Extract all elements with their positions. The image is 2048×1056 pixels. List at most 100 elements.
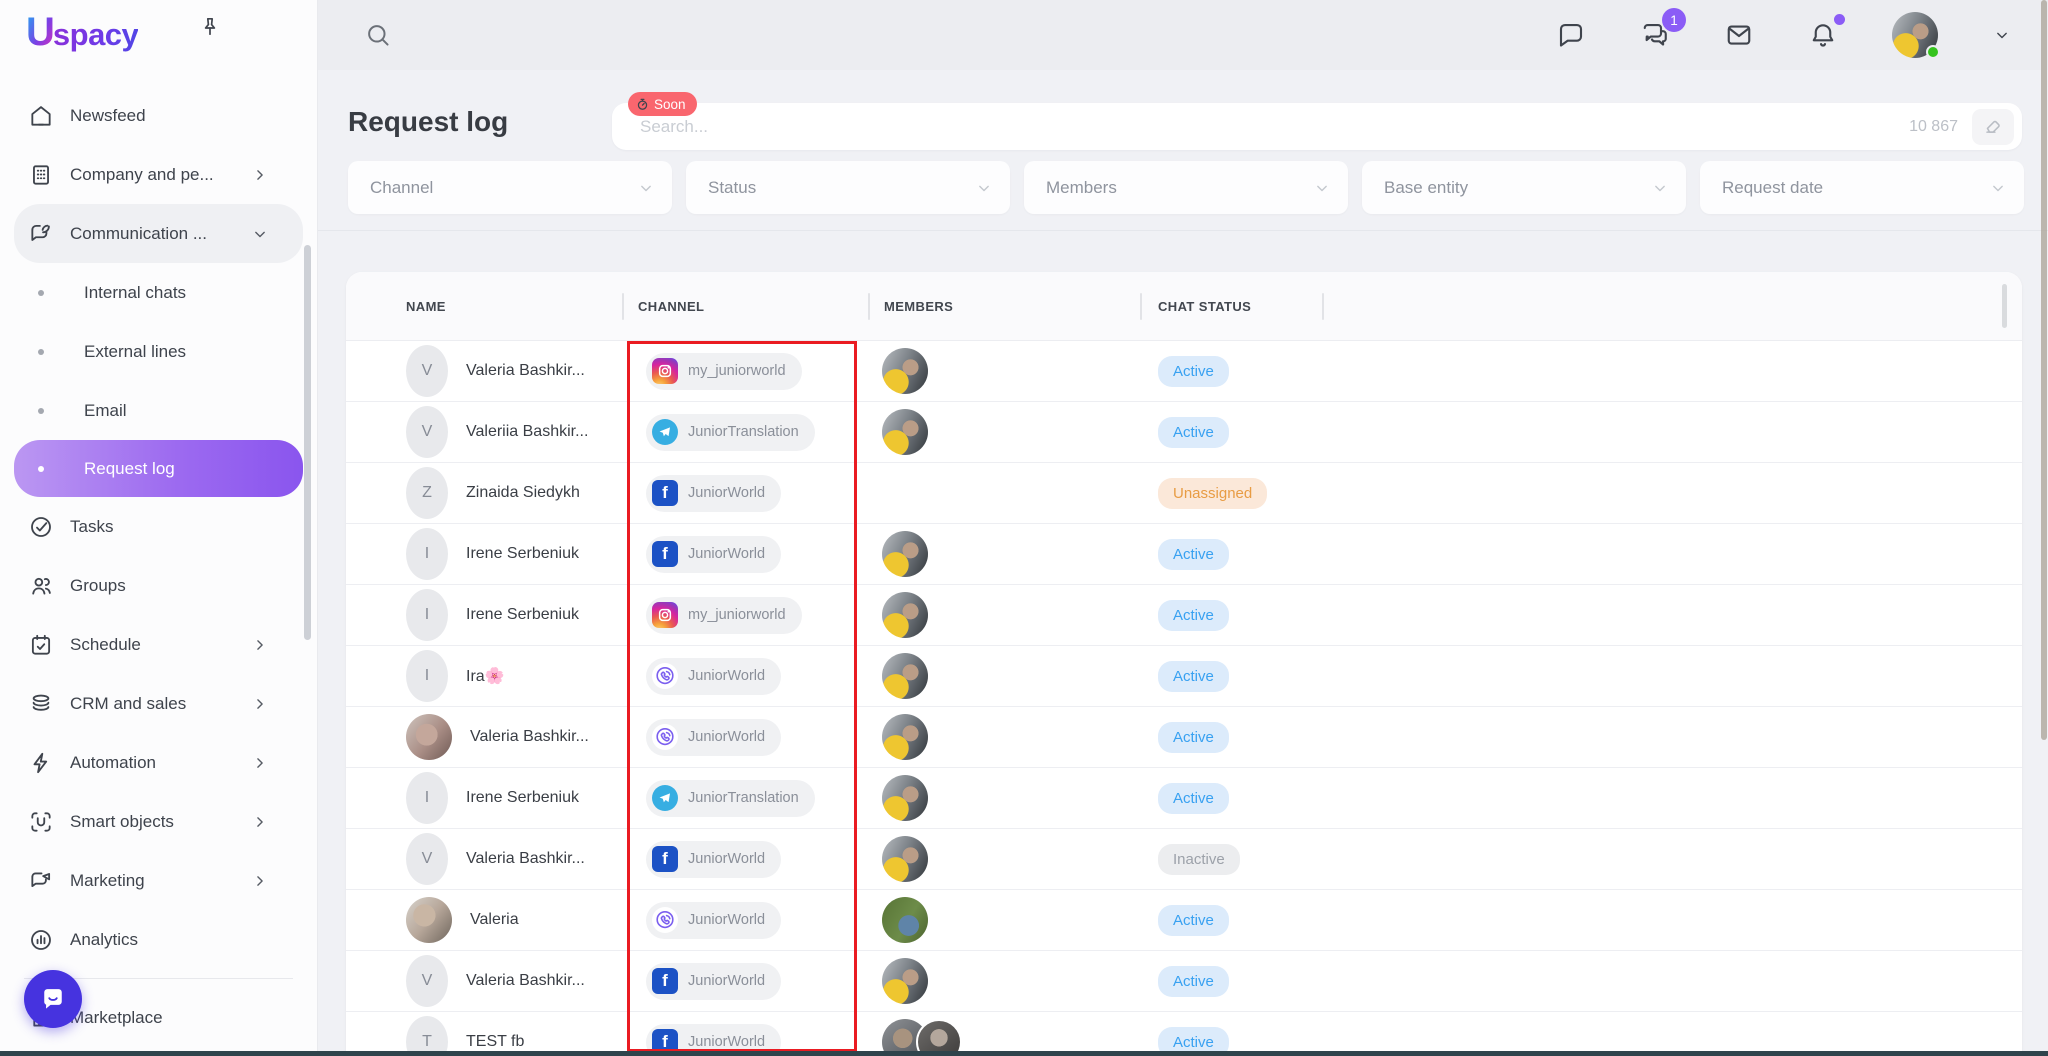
topbar: 1 [318, 0, 2048, 70]
filter-base-entity[interactable]: Base entity [1362, 161, 1686, 214]
contact-name: Irene Serbeniuk [466, 545, 579, 563]
name-cell: Valeria Bashkir... [346, 714, 622, 760]
status-badge: Unassigned [1158, 478, 1267, 509]
notification-dot [1834, 14, 1845, 25]
sidebar-item-newsfeed[interactable]: Newsfeed [14, 86, 303, 145]
channel-cell: JuniorTranslation [622, 414, 868, 451]
sidebar-item-marketing[interactable]: Marketing [14, 851, 303, 910]
table-row[interactable]: VValeriia Bashkir...JuniorTranslationAct… [346, 402, 2022, 463]
sidebar-item-tasks[interactable]: Tasks [14, 497, 303, 556]
channel-chip[interactable]: fJuniorWorld [646, 963, 781, 1000]
table-row[interactable]: VValeria Bashkir...my_juniorworldActive [346, 341, 2022, 402]
channel-chip[interactable]: my_juniorworld [646, 597, 802, 634]
communication-icon [28, 221, 54, 247]
table-row[interactable]: ValeriaJuniorWorldActive [346, 890, 2022, 951]
channel-cell: JuniorWorld [622, 658, 868, 695]
chevron-down-icon [1988, 178, 2008, 198]
channel-chip[interactable]: fJuniorWorld [646, 841, 781, 878]
channel-chip[interactable]: JuniorWorld [646, 658, 781, 695]
search-input[interactable] [640, 117, 1909, 137]
sidebar-item-internal-chats[interactable]: Internal chats [14, 263, 303, 322]
sidebar-item-groups[interactable]: Groups [14, 556, 303, 615]
table-row[interactable]: VValeria Bashkir...fJuniorWorldActive [346, 951, 2022, 1012]
bell-icon [1808, 20, 1838, 50]
window-scrollbar[interactable] [2041, 0, 2047, 740]
sidebar-scrollbar[interactable] [304, 245, 311, 640]
window-bottom-edge [0, 1051, 2048, 1056]
pin-sidebar-icon[interactable] [198, 15, 222, 39]
avatar: I [406, 589, 448, 641]
viber-icon [652, 663, 678, 689]
topbar-profile-menu-button[interactable] [1992, 25, 2012, 45]
status-badge: Active [1158, 722, 1229, 753]
table-row[interactable]: TTEST fbfJuniorWorldActive [346, 1012, 2022, 1056]
chevron-right-icon [247, 635, 273, 655]
filter-channel[interactable]: Channel [348, 161, 672, 214]
support-chat-fab[interactable] [24, 970, 82, 1028]
status-badge: Active [1158, 417, 1229, 448]
sidebar-item-email[interactable]: Email [14, 381, 303, 440]
table-row[interactable]: VValeria Bashkir...fJuniorWorldInactive [346, 829, 2022, 890]
table-row[interactable]: ZZinaida SiedykhfJuniorWorldUnassigned [346, 463, 2022, 524]
channel-chip[interactable]: JuniorWorld [646, 719, 781, 756]
status-badge: Active [1158, 600, 1229, 631]
sidebar-item-label: External lines [84, 342, 186, 362]
channel-chip[interactable]: my_juniorworld [646, 353, 802, 390]
chevron-down-icon [1312, 178, 1332, 198]
channel-name: JuniorWorld [688, 668, 765, 684]
avatar [406, 897, 452, 943]
chevron-right-icon [247, 165, 273, 185]
chevron-right-icon [247, 871, 273, 891]
crm-icon [28, 691, 54, 717]
column-divider [622, 293, 624, 320]
member-avatar [882, 653, 928, 699]
avatar: V [406, 833, 448, 885]
table-row[interactable]: Valeria Bashkir... JuniorWorld Active [346, 707, 2022, 768]
contact-name: Ira🌸 [466, 666, 505, 686]
name-cell: IIra🌸 [346, 650, 622, 702]
channel-chip[interactable]: JuniorTranslation [646, 414, 815, 451]
filter-request-date[interactable]: Request date [1700, 161, 2024, 214]
table-row[interactable]: IIrene SerbeniukfJuniorWorldActive [346, 524, 2022, 585]
members-cell [868, 775, 1140, 821]
sidebar-item-crm-and-sales[interactable]: CRM and sales [14, 674, 303, 733]
topbar-team-chats-button[interactable]: 1 [1640, 20, 1670, 50]
sidebar-item-analytics[interactable]: Analytics [14, 910, 303, 969]
table-row[interactable]: IIrene Serbeniuk my_juniorworld Active [346, 585, 2022, 646]
facebook-icon: f [652, 968, 678, 994]
clear-search-button[interactable] [1972, 109, 2014, 145]
filter-members[interactable]: Members [1024, 161, 1348, 214]
uspacy-logo[interactable]: Uspacy [26, 10, 138, 55]
member-avatar [882, 714, 928, 760]
sidebar-item-request-log[interactable]: Request log [14, 440, 303, 497]
avatar: Z [406, 467, 448, 519]
sidebar-item-schedule[interactable]: Schedule [14, 615, 303, 674]
sidebar-item-company-and-people[interactable]: Company and pe... [14, 145, 303, 204]
contact-name: Valeria [470, 911, 519, 929]
global-search-icon[interactable] [364, 21, 392, 49]
topbar-mail-button[interactable] [1724, 20, 1754, 50]
members-cell [868, 348, 1140, 394]
channel-name: JuniorWorld [688, 485, 765, 501]
channel-chip[interactable]: fJuniorWorld [646, 475, 781, 512]
table-scrollbar[interactable] [2002, 284, 2007, 328]
sidebar-item-smart-objects[interactable]: Smart objects [14, 792, 303, 851]
sidebar-item-automation[interactable]: Automation [14, 733, 303, 792]
topbar-notifications-button[interactable] [1808, 20, 1838, 50]
topbar-chat-button[interactable] [1556, 20, 1586, 50]
filter-status[interactable]: Status [686, 161, 1010, 214]
name-cell: VValeria Bashkir... [346, 833, 622, 885]
topbar-profile-button[interactable] [1892, 12, 1938, 58]
channel-cell: fJuniorWorld [622, 536, 868, 573]
table-row[interactable]: IIrene SerbeniukJuniorTranslationActive [346, 768, 2022, 829]
column-header-channel: CHANNEL [622, 299, 868, 314]
automation-icon [28, 750, 54, 776]
channel-chip[interactable]: JuniorWorld [646, 902, 781, 939]
channel-chip[interactable]: fJuniorWorld [646, 536, 781, 573]
unread-count-badge: 1 [1662, 8, 1686, 32]
name-cell: IIrene Serbeniuk [346, 589, 622, 641]
sidebar-item-communications[interactable]: Communication ... [14, 204, 303, 263]
table-row[interactable]: IIra🌸JuniorWorldActive [346, 646, 2022, 707]
sidebar-item-external-lines[interactable]: External lines [14, 322, 303, 381]
channel-chip[interactable]: JuniorTranslation [646, 780, 815, 817]
